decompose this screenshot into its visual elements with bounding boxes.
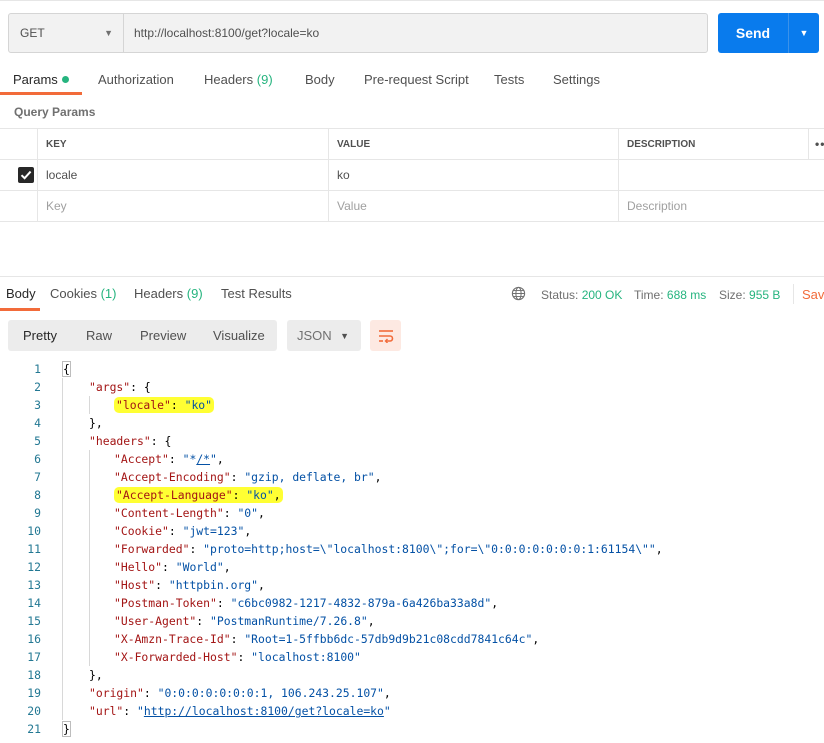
code-line: 2 "args": { <box>34 378 151 396</box>
code-line: 14 "Postman-Token": "c6bc0982-1217-4832-8… <box>27 594 499 612</box>
chevron-down-icon: ▼ <box>340 330 349 341</box>
code-line: 6 "Accept": "*/*", <box>34 450 224 468</box>
table-header-row: KEY VALUE DESCRIPTION •• <box>0 129 824 160</box>
param-key-cell[interactable]: locale <box>37 160 329 190</box>
method-label: GET <box>20 26 45 40</box>
params-active-dot-icon <box>61 76 69 83</box>
code-line: 12 "Hello": "World", <box>27 558 231 576</box>
send-label: Send <box>735 25 771 41</box>
code-line: 9 "Content-Length": "0", <box>34 504 265 522</box>
code-line: 1{ <box>34 361 71 377</box>
size-value[interactable]: 955 B <box>749 288 780 302</box>
status-value[interactable]: 200 OK <box>582 288 623 302</box>
description-placeholder[interactable]: Description <box>618 191 824 221</box>
query-params-table: KEY VALUE DESCRIPTION •• locale ko Key V… <box>0 128 824 222</box>
view-pretty-button[interactable]: Pretty <box>23 320 57 351</box>
checkbox-checked-icon[interactable] <box>18 167 34 183</box>
view-raw-button[interactable]: Raw <box>86 320 112 351</box>
code-line: 3 "locale": "ko" <box>34 396 215 414</box>
code-line: 11 "Forwarded": "proto=http;host=\"localh… <box>27 540 663 558</box>
column-header-description: DESCRIPTION <box>618 129 808 159</box>
url-input[interactable]: http://localhost:8100/get?locale=ko <box>124 14 707 52</box>
key-placeholder[interactable]: Key <box>37 191 329 221</box>
request-bar: GET ▼ http://localhost:8100/get?locale=k… <box>8 13 708 53</box>
response-size: Size: 955 B <box>719 288 781 302</box>
response-tab-test-results[interactable]: Test Results <box>221 286 292 301</box>
response-tab-headers[interactable]: Headers (9) <box>134 286 203 301</box>
top-divider <box>0 0 824 1</box>
send-button[interactable]: Send ▼ <box>718 13 819 53</box>
meta-divider <box>793 284 794 304</box>
tab-headers[interactable]: Headers (9) <box>204 64 273 96</box>
code-line: 4}, <box>34 414 103 432</box>
format-select[interactable]: JSON ▼ <box>287 320 361 351</box>
value-placeholder[interactable]: Value <box>328 191 619 221</box>
code-line: 10 "Cookie": "jwt=123", <box>27 522 252 540</box>
tab-authorization[interactable]: Authorization <box>98 64 174 96</box>
response-tab-body[interactable]: Body <box>6 286 36 301</box>
query-params-title: Query Params <box>14 105 96 119</box>
send-options-chevron-icon[interactable]: ▼ <box>789 13 819 53</box>
view-preview-button[interactable]: Preview <box>140 320 186 351</box>
view-visualize-button[interactable]: Visualize <box>213 320 265 351</box>
save-response-button[interactable]: Save <box>802 287 824 302</box>
column-header-key: KEY <box>37 129 329 159</box>
code-line: 15 "User-Agent": "PostmanRuntime/7.26.8", <box>27 612 375 630</box>
tab-settings[interactable]: Settings <box>553 64 600 96</box>
code-line: 21} <box>27 721 71 737</box>
code-line: 20 "url": "http://localhost:8100/get?loca… <box>27 702 391 720</box>
view-mode-group: Pretty Raw Preview Visualize <box>8 320 277 351</box>
response-time: Time: 688 ms <box>634 288 707 302</box>
tab-tests[interactable]: Tests <box>494 64 524 96</box>
time-value[interactable]: 688 ms <box>667 288 706 302</box>
chevron-down-icon: ▼ <box>104 28 113 38</box>
method-select[interactable]: GET ▼ <box>9 14 124 52</box>
format-label: JSON <box>297 328 332 343</box>
active-tab-indicator <box>0 92 82 95</box>
tab-pre-request-script[interactable]: Pre-request Script <box>364 64 469 96</box>
highlighted-text: "locale": "ko" <box>114 397 215 413</box>
table-row: locale ko <box>0 160 824 191</box>
param-value-cell[interactable]: ko <box>328 160 619 190</box>
code-line: 5 "headers": { <box>34 432 172 450</box>
response-divider <box>0 276 824 277</box>
code-line: 8 "Accept-Language": "ko", <box>34 486 283 504</box>
code-line: 19 "origin": "0:0:0:0:0:0:0:1, 106.243.25… <box>27 684 391 702</box>
code-line: 16 "X-Amzn-Trace-Id": "Root=1-5ffbb6dc-57… <box>27 630 540 648</box>
wrap-lines-icon <box>378 329 393 343</box>
response-active-tab-indicator <box>0 308 40 311</box>
request-tabs: Params Authorization Headers (9) Body Pr… <box>0 64 824 96</box>
param-description-cell[interactable] <box>618 160 824 190</box>
wrap-lines-button[interactable] <box>370 320 401 351</box>
code-line: 18}, <box>27 666 103 684</box>
highlighted-text: "Accept-Language": "ko", <box>114 487 283 503</box>
more-options-icon[interactable]: •• <box>808 129 824 159</box>
response-body-viewer[interactable]: 1{ 2 "args": { 3 "locale": "ko" 4}, 5 "head… <box>0 360 824 738</box>
response-tab-cookies[interactable]: Cookies (1) <box>50 286 116 301</box>
column-header-value: VALUE <box>328 129 619 159</box>
tab-body[interactable]: Body <box>305 64 335 96</box>
code-line: 13 "Host": "httpbin.org", <box>27 576 265 594</box>
url-link[interactable]: http://localhost:8100/get?locale=ko <box>144 704 384 718</box>
globe-icon[interactable] <box>511 286 526 301</box>
table-row-empty: Key Value Description <box>0 191 824 222</box>
url-text: http://localhost:8100/get?locale=ko <box>134 26 320 40</box>
response-status: Status: 200 OK <box>541 288 623 302</box>
code-line: 7 "Accept-Encoding": "gzip, deflate, br", <box>34 468 382 486</box>
code-line: 17 "X-Forwarded-Host": "localhost:8100" <box>27 648 361 666</box>
